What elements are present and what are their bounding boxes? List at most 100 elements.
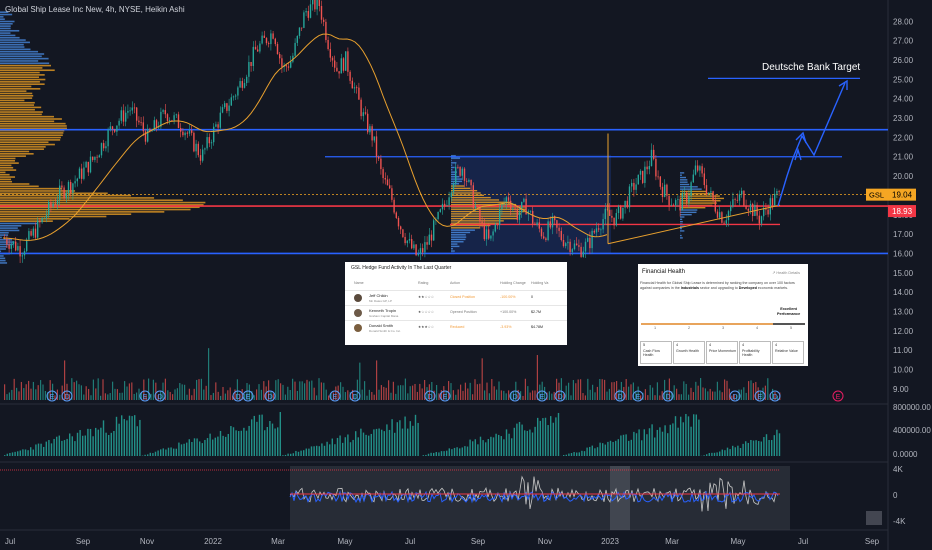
candle bbox=[567, 242, 568, 243]
candle bbox=[741, 191, 742, 194]
histogram-bar bbox=[670, 425, 671, 456]
volume-profile-bar bbox=[0, 158, 15, 160]
volume-bar bbox=[412, 386, 413, 400]
candle bbox=[778, 191, 779, 192]
histogram-bar bbox=[605, 445, 606, 456]
volume-bar bbox=[714, 392, 715, 400]
candle bbox=[35, 229, 36, 238]
candle bbox=[363, 112, 364, 116]
histogram-bar bbox=[183, 444, 184, 456]
volume-profile-bar bbox=[0, 188, 62, 190]
histogram-bar bbox=[347, 434, 348, 456]
histogram-bar bbox=[508, 434, 509, 456]
volume-profile-bar bbox=[680, 216, 684, 217]
histogram-bar bbox=[412, 426, 413, 456]
volume-bar bbox=[693, 392, 694, 400]
histogram-bar bbox=[436, 452, 437, 456]
histogram-bar bbox=[428, 454, 429, 456]
scale-number: 1 bbox=[654, 326, 656, 330]
volume-profile-bar bbox=[451, 211, 525, 212]
scale-number: 2 bbox=[688, 326, 690, 330]
candle bbox=[699, 166, 700, 170]
candle bbox=[609, 210, 610, 216]
volume-bar bbox=[395, 394, 396, 400]
scale-number: 3 bbox=[722, 326, 724, 330]
col-header-name: Name bbox=[354, 281, 364, 285]
candle bbox=[569, 242, 570, 252]
event-label: D bbox=[666, 394, 671, 401]
volume-profile-bar bbox=[451, 178, 463, 179]
histogram-bar bbox=[475, 439, 476, 456]
histogram-bar bbox=[173, 449, 174, 456]
histogram-bar bbox=[638, 429, 639, 456]
last-price-label: 19.04 bbox=[892, 191, 913, 200]
volume-bar bbox=[33, 382, 34, 400]
histogram-bar bbox=[774, 435, 775, 456]
histogram-bar bbox=[168, 448, 169, 456]
candle bbox=[369, 126, 370, 132]
candle bbox=[220, 113, 221, 128]
candle bbox=[459, 167, 460, 176]
candle bbox=[389, 185, 390, 188]
health-box: 4 Growth Health bbox=[673, 341, 705, 364]
volume-bar bbox=[42, 384, 43, 400]
volume-profile-bar bbox=[0, 60, 38, 62]
volume-bar bbox=[494, 386, 495, 400]
histogram-bar bbox=[342, 443, 343, 456]
candle bbox=[308, 11, 309, 18]
volume-profile-bar bbox=[451, 209, 526, 210]
volume-bar bbox=[525, 379, 526, 400]
volume-bar bbox=[678, 394, 679, 400]
candle bbox=[411, 239, 412, 248]
candle bbox=[382, 169, 383, 178]
candle bbox=[644, 167, 645, 183]
volume-profile-bar bbox=[0, 127, 67, 129]
volume-bar bbox=[328, 396, 329, 400]
candle bbox=[294, 43, 295, 56]
candle bbox=[217, 124, 218, 127]
histogram-bar bbox=[555, 417, 556, 456]
event-label: D bbox=[558, 394, 563, 401]
volume-profile-bar bbox=[0, 155, 26, 157]
volume-profile-bar bbox=[451, 229, 475, 230]
candle bbox=[484, 223, 485, 239]
volume-profile-bar bbox=[0, 86, 31, 88]
histogram-bar bbox=[688, 416, 689, 456]
histogram-bar bbox=[194, 438, 195, 456]
volume-profile-bar bbox=[0, 220, 53, 222]
candle bbox=[180, 128, 181, 132]
volume-bar bbox=[119, 393, 120, 400]
candle bbox=[440, 209, 441, 212]
histogram-bar bbox=[563, 455, 564, 456]
histogram-bar bbox=[256, 422, 257, 456]
health-scale-marker bbox=[773, 323, 805, 325]
candle bbox=[270, 33, 271, 44]
candle bbox=[462, 169, 463, 176]
candle bbox=[325, 22, 326, 40]
histogram-bar bbox=[14, 452, 15, 456]
volume-bar bbox=[174, 389, 175, 400]
candle bbox=[734, 199, 735, 200]
candle bbox=[706, 185, 707, 194]
fund-name: Donald Smith & Co. Inc. bbox=[369, 329, 401, 333]
candle bbox=[19, 246, 20, 256]
volume-bar bbox=[460, 385, 461, 400]
candle bbox=[297, 36, 298, 43]
volume-bar bbox=[112, 382, 113, 400]
volume-profile-bar bbox=[0, 79, 45, 81]
volume-profile-bar bbox=[0, 181, 12, 183]
candle bbox=[200, 155, 201, 161]
volume-profile-bar bbox=[0, 121, 54, 123]
candle bbox=[682, 193, 683, 211]
volume-bar bbox=[316, 395, 317, 400]
col-header-rating: Rating bbox=[418, 281, 428, 285]
volume-bar bbox=[654, 395, 655, 400]
candle bbox=[206, 137, 207, 148]
volume-profile-bar bbox=[0, 162, 19, 164]
health-details-link[interactable]: ↗ Health Details bbox=[772, 270, 800, 275]
histogram-bar bbox=[683, 422, 684, 456]
volume-profile-bar bbox=[0, 134, 63, 136]
price-tick-label: 11.00 bbox=[893, 346, 913, 355]
histogram-bar bbox=[735, 447, 736, 456]
candle bbox=[400, 226, 401, 229]
